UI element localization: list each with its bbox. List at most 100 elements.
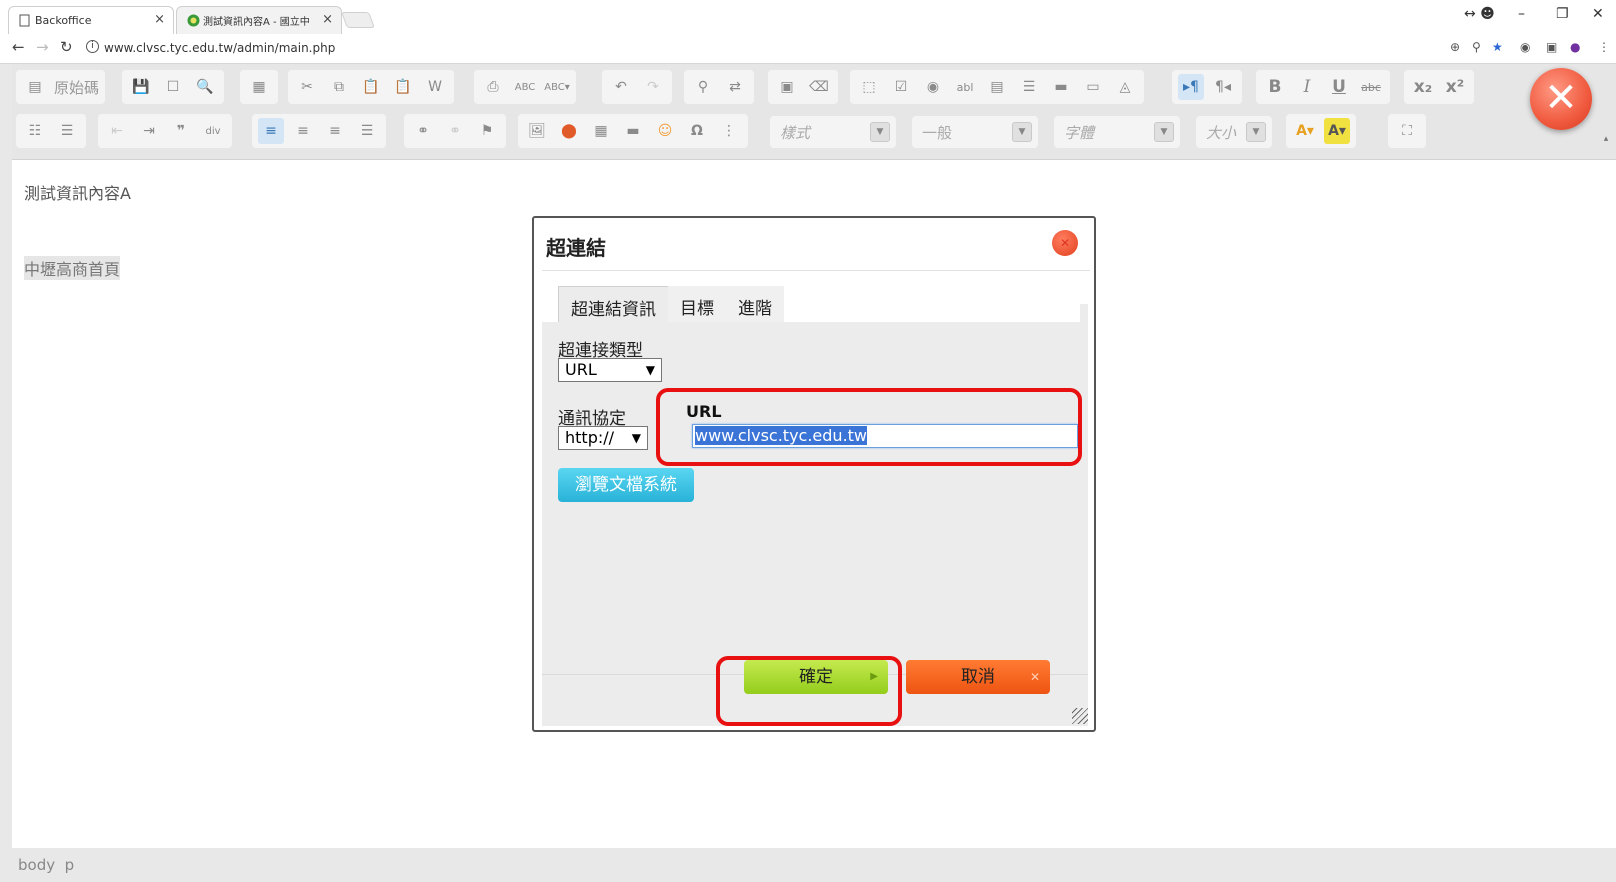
rtl-icon[interactable]: ¶◂ — [1210, 74, 1236, 100]
form-icon[interactable]: ⬚ — [856, 74, 882, 100]
image-icon[interactable]: 🖼 — [524, 118, 550, 144]
special-char-icon[interactable]: Ω — [684, 118, 710, 144]
paste-text-icon[interactable]: 📋 — [390, 74, 416, 100]
element-path[interactable]: body p — [18, 856, 74, 874]
div-icon[interactable]: div — [200, 118, 226, 144]
browser-tab-backoffice[interactable]: Backoffice × — [8, 6, 174, 34]
chevron-down-icon[interactable]: ▼ — [1154, 122, 1174, 142]
textarea-icon[interactable]: ▤ — [984, 74, 1010, 100]
back-icon[interactable]: ← — [12, 38, 25, 56]
align-left-icon[interactable]: ≡ — [258, 118, 284, 144]
menu-kebab-icon[interactable]: ⋮ — [1598, 40, 1610, 54]
bg-color-icon[interactable]: A▾ — [1324, 118, 1350, 144]
table-icon[interactable]: ▦ — [588, 118, 614, 144]
font-combo[interactable]: 字體 ▼ — [1054, 116, 1180, 148]
bookmark-star-icon[interactable]: ★ — [1492, 40, 1503, 54]
remove-format-icon[interactable]: ⌫ — [806, 74, 832, 100]
bold-icon[interactable]: B — [1262, 74, 1288, 100]
ltr-icon[interactable]: ▸¶ — [1178, 74, 1204, 100]
dialog-close-icon[interactable]: ✕ — [1052, 230, 1078, 256]
cancel-button[interactable]: 取消 ✕ — [906, 660, 1050, 694]
save-icon[interactable]: 💾 — [128, 74, 154, 100]
button-field-icon[interactable]: ▬ — [1048, 74, 1074, 100]
extension-y-icon[interactable]: ● — [1570, 40, 1580, 54]
hidden-field-icon[interactable]: ◬ — [1112, 74, 1138, 100]
checkbox-icon[interactable]: ☑ — [888, 74, 914, 100]
textfield-icon[interactable]: abl — [952, 74, 978, 100]
paste-icon[interactable]: 📋 — [358, 74, 384, 100]
browser-tab-article[interactable]: 測試資訊內容A - 國立中 × — [176, 6, 342, 34]
tab-target[interactable]: 目標 — [668, 286, 726, 322]
forward-icon[interactable]: → — [36, 38, 49, 56]
strike-icon[interactable]: abc — [1358, 74, 1384, 100]
select-all-icon[interactable]: ▣ — [774, 74, 800, 100]
radio-icon[interactable]: ◉ — [920, 74, 946, 100]
window-close-icon[interactable]: ✕ — [1592, 6, 1604, 22]
profile-icon[interactable]: ↔ ☻ — [1464, 6, 1495, 22]
horizontal-rule-icon[interactable]: ▬ — [620, 118, 646, 144]
cut-icon[interactable]: ✂ — [294, 74, 320, 100]
link-icon[interactable]: ⚭ — [410, 118, 436, 144]
protocol-select[interactable]: http:// ▼ — [558, 426, 648, 450]
superscript-icon[interactable]: x² — [1442, 74, 1468, 100]
reload-icon[interactable]: ↻ — [60, 38, 73, 56]
find-icon[interactable]: ⚲ — [690, 74, 716, 100]
size-combo[interactable]: 大小 ▼ — [1196, 116, 1272, 148]
extension-box-icon[interactable]: ▣ — [1546, 40, 1557, 54]
link-type-select[interactable]: URL ▼ — [558, 358, 662, 382]
source-label[interactable]: 原始碼 — [54, 77, 99, 98]
paste-word-icon[interactable]: W — [422, 74, 448, 100]
align-center-icon[interactable]: ≡ — [290, 118, 316, 144]
maximize-icon[interactable]: ⛶ — [1394, 118, 1420, 144]
style-combo[interactable]: 樣式 ▼ — [770, 116, 896, 148]
new-tab-button[interactable] — [341, 12, 375, 28]
collapse-toolbar-icon[interactable]: ▴ — [1597, 134, 1615, 152]
resize-handle-icon[interactable] — [1072, 708, 1088, 724]
format-combo[interactable]: 一般 ▼ — [912, 116, 1038, 148]
chevron-down-icon[interactable]: ▼ — [870, 122, 890, 142]
underline-icon[interactable]: U — [1326, 74, 1352, 100]
indent-icon[interactable]: ⇥ — [136, 118, 162, 144]
print-icon[interactable]: ⎙ — [480, 74, 506, 100]
redo-icon[interactable]: ↷ — [640, 74, 666, 100]
new-page-icon[interactable]: ☐ — [160, 74, 186, 100]
zoom-icon[interactable]: ⊕ — [1450, 40, 1460, 54]
minimize-icon[interactable]: – — [1518, 6, 1525, 22]
unlink-icon[interactable]: ⚭ — [442, 118, 468, 144]
extension-icon[interactable]: ⚲ — [1472, 40, 1481, 54]
select-field-icon[interactable]: ☰ — [1016, 74, 1042, 100]
chevron-down-icon[interactable]: ▼ — [1246, 122, 1266, 142]
blockquote-icon[interactable]: ❞ — [168, 118, 194, 144]
chevron-down-icon[interactable]: ▼ — [1012, 122, 1032, 142]
tab-close-icon[interactable]: × — [154, 12, 165, 27]
spellcheck-icon[interactable]: ABC — [512, 74, 538, 100]
selected-link-text[interactable]: 中壢高商首頁 — [24, 256, 121, 280]
tab-advanced[interactable]: 進階 — [726, 286, 784, 322]
text-color-icon[interactable]: A▾ — [1292, 118, 1318, 144]
content-line[interactable]: 測試資訊內容A — [24, 180, 131, 204]
templates-icon[interactable]: ▦ — [246, 74, 272, 100]
italic-icon[interactable]: I — [1294, 74, 1320, 100]
align-right-icon[interactable]: ≡ — [322, 118, 348, 144]
source-icon[interactable]: ▤ — [22, 74, 48, 100]
editor-close-icon[interactable]: ✕ — [1530, 68, 1592, 130]
outdent-icon[interactable]: ⇤ — [104, 118, 130, 144]
anchor-flag-icon[interactable]: ⚑ — [474, 118, 500, 144]
browse-server-button[interactable]: 瀏覽文檔系統 — [558, 468, 694, 502]
url-omnibox[interactable]: i www.clvsc.tyc.edu.tw/admin/main.php — [84, 37, 1486, 59]
smiley-icon[interactable]: ☺ — [652, 118, 678, 144]
copy-icon[interactable]: ⧉ — [326, 74, 352, 100]
site-info-icon[interactable]: i — [86, 40, 99, 53]
bullet-list-icon[interactable]: ☰ — [54, 118, 80, 144]
spellcheck-menu-icon[interactable]: ABC▾ — [544, 74, 570, 100]
tab-link-info[interactable]: 超連結資訊 — [558, 286, 669, 322]
undo-icon[interactable]: ↶ — [608, 74, 634, 100]
subscript-icon[interactable]: x₂ — [1410, 74, 1436, 100]
numbered-list-icon[interactable]: ☷ — [22, 118, 48, 144]
extension-g-icon[interactable]: ◉ — [1520, 40, 1530, 54]
tab-close-icon[interactable]: × — [322, 12, 333, 27]
page-break-icon[interactable]: ⋮ — [716, 118, 742, 144]
replace-icon[interactable]: ⇄ — [722, 74, 748, 100]
restore-icon[interactable]: ❐ — [1556, 6, 1569, 22]
preview-icon[interactable]: 🔍 — [192, 74, 218, 100]
